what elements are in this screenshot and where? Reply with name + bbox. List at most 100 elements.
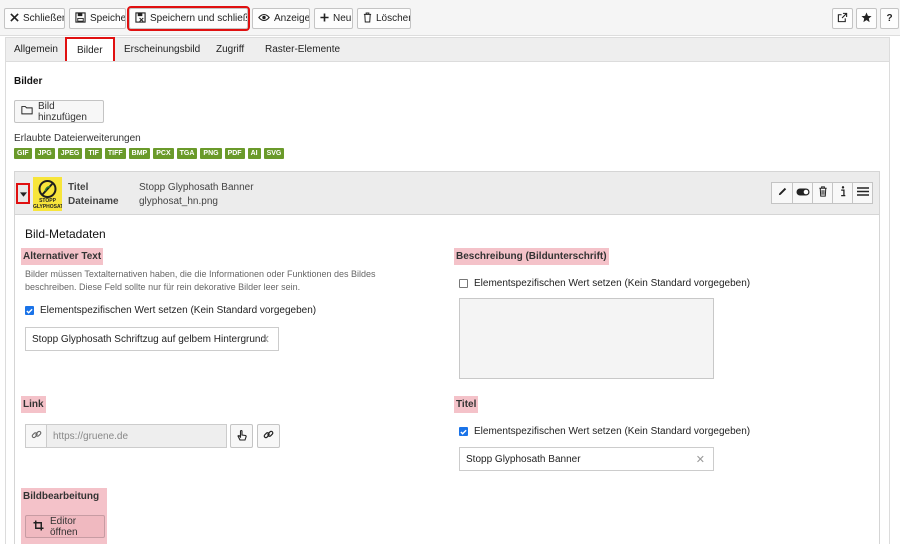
thumbnail-text: STOPP GLYPHOSAT bbox=[33, 198, 62, 210]
alt-text-help: Bilder müssen Textalternativen haben, di… bbox=[25, 268, 376, 294]
close-button[interactable]: Schließen bbox=[4, 8, 65, 29]
title-checkbox[interactable] bbox=[459, 427, 468, 436]
caret-down-icon bbox=[19, 188, 27, 200]
preview-label: Anzeigen bbox=[274, 13, 310, 24]
extension-badge: AI bbox=[247, 148, 261, 159]
open-editor-button[interactable]: Editor öffnen bbox=[25, 515, 105, 538]
title-value: Stopp Glyphosath Banner bbox=[466, 453, 581, 465]
extension-badge: JPEG bbox=[57, 148, 83, 159]
extension-badge: BMP bbox=[128, 148, 151, 159]
clear-title-icon[interactable]: ✕ bbox=[696, 453, 705, 466]
title-override: Elementspezifischen Wert setzen (Kein St… bbox=[459, 426, 750, 437]
file-title-value: Stopp Glyphosath Banner bbox=[139, 182, 254, 193]
link-addon bbox=[25, 424, 47, 448]
link-picker-button[interactable] bbox=[230, 424, 253, 448]
alt-text-input[interactable]: Stopp Glyphosath Schriftzug auf gelbem H… bbox=[25, 327, 279, 351]
tab-images[interactable]: Bilder bbox=[65, 37, 115, 64]
floppy-icon bbox=[75, 11, 86, 26]
info-icon bbox=[840, 186, 846, 200]
new-label: Neu bbox=[333, 13, 352, 24]
eye-icon bbox=[258, 13, 270, 25]
close-label: Schließen bbox=[23, 13, 65, 24]
help-button[interactable]: ? bbox=[880, 8, 899, 29]
new-button[interactable]: Neu bbox=[314, 8, 353, 29]
link-field-group: https://gruene.de bbox=[25, 424, 227, 448]
info-button[interactable] bbox=[832, 183, 852, 203]
description-label: Beschreibung (Bildunterschrift) bbox=[454, 248, 609, 265]
preview-button[interactable]: Anzeigen bbox=[252, 8, 310, 29]
link-icon bbox=[263, 429, 274, 443]
hand-pointer-icon bbox=[236, 429, 248, 444]
alt-text-checkbox[interactable] bbox=[25, 306, 34, 315]
tab-grid-elements[interactable]: Raster-Elemente bbox=[265, 38, 340, 62]
save-and-close-button[interactable]: Speichern und schließen bbox=[127, 6, 250, 31]
help-icon: ? bbox=[886, 13, 893, 24]
alt-text-checkbox-label: Elementspezifischen Wert setzen (Kein St… bbox=[40, 305, 317, 316]
visibility-toggle[interactable] bbox=[792, 183, 812, 203]
extension-badge: JPG bbox=[34, 148, 55, 159]
extension-badge: PNG bbox=[200, 148, 222, 159]
chain-icon bbox=[31, 429, 42, 443]
tab-general[interactable]: Allgemein bbox=[14, 38, 58, 62]
clear-alt-text-icon[interactable]: ✕ bbox=[261, 333, 270, 346]
tab-appearance[interactable]: Erscheinungsbild bbox=[124, 38, 200, 62]
delete-button[interactable]: Löschen bbox=[357, 8, 411, 29]
link-label: Link bbox=[21, 396, 46, 413]
alt-text-label: Alternativer Text bbox=[21, 248, 104, 265]
add-image-button[interactable]: Bild hinzufügen bbox=[14, 100, 104, 123]
drag-handle[interactable] bbox=[852, 183, 872, 203]
image-metadata-heading: Bild-Metadaten bbox=[25, 227, 106, 241]
description-checkbox[interactable] bbox=[459, 279, 468, 288]
alt-text-help-line-1: Bilder müssen Textalternativen haben, di… bbox=[25, 269, 376, 279]
save-button[interactable]: Speichern bbox=[69, 8, 126, 29]
alt-text-override: Elementspezifischen Wert setzen (Kein St… bbox=[25, 305, 316, 316]
image-editing-label: Bildbearbeitung bbox=[23, 491, 100, 502]
extension-badge: TIF bbox=[85, 148, 102, 159]
close-icon bbox=[10, 12, 19, 25]
favorite-button[interactable] bbox=[856, 8, 877, 29]
alt-text-value: Stopp Glyphosath Schriftzug auf gelbem H… bbox=[32, 333, 267, 345]
extension-badge: GIF bbox=[14, 148, 32, 159]
insert-link-button[interactable] bbox=[257, 424, 280, 448]
extension-badge: TGA bbox=[176, 148, 198, 159]
file-filename-value: glyphosat_hn.png bbox=[139, 196, 218, 207]
open-editor-label: Editor öffnen bbox=[50, 515, 78, 538]
extension-badge: PDF bbox=[224, 148, 245, 159]
allowed-extensions-label: Erlaubte Dateierweiterungen bbox=[14, 133, 141, 144]
plus-icon bbox=[320, 12, 329, 25]
edit-button[interactable] bbox=[772, 183, 792, 203]
description-override: Elementspezifischen Wert setzen (Kein St… bbox=[459, 278, 750, 289]
save-label: Speichern bbox=[90, 13, 126, 24]
external-link-icon bbox=[837, 12, 848, 26]
trash-icon bbox=[818, 186, 828, 200]
star-icon bbox=[861, 11, 872, 26]
title-checkbox-label: Elementspezifischen Wert setzen (Kein St… bbox=[474, 426, 751, 437]
image-item-header: STOPP GLYPHOSAT Titel Dateiname Stopp Gl… bbox=[15, 172, 879, 215]
open-external-button[interactable] bbox=[832, 8, 853, 29]
images-panel: Bilder Bild hinzufügen Erlaubte Dateierw… bbox=[5, 61, 890, 544]
title-label: Titel bbox=[454, 396, 479, 413]
delete-label: Löschen bbox=[376, 13, 411, 24]
crop-icon bbox=[33, 519, 44, 534]
extension-badge: PCX bbox=[153, 148, 174, 159]
images-heading: Bilder bbox=[14, 76, 43, 87]
description-textarea[interactable] bbox=[459, 298, 714, 379]
link-placeholder: https://gruene.de bbox=[53, 430, 129, 442]
add-image-label: Bild hinzufügen bbox=[38, 100, 87, 123]
tab-access[interactable]: Zugriff bbox=[216, 38, 244, 62]
file-title-label: Titel bbox=[68, 182, 89, 193]
menu-icon bbox=[856, 187, 869, 199]
alt-text-help-line-2: beschreiben. Diese Feld sollte nur für r… bbox=[25, 282, 301, 292]
remove-image-button[interactable] bbox=[812, 183, 832, 203]
tab-bar: Allgemein Bilder Erscheinungsbild Zugrif… bbox=[5, 37, 890, 64]
image-thumbnail: STOPP GLYPHOSAT bbox=[33, 177, 62, 211]
title-input[interactable]: Stopp Glyphosath Banner ✕ bbox=[459, 447, 714, 471]
collapse-toggle[interactable] bbox=[16, 183, 30, 204]
extension-badge: TIFF bbox=[104, 148, 126, 159]
floppy-close-icon bbox=[135, 11, 146, 26]
image-item: STOPP GLYPHOSAT Titel Dateiname Stopp Gl… bbox=[14, 171, 880, 544]
extension-badges: GIF JPG JPEG TIF TIFF BMP PCX TGA PNG PD… bbox=[14, 148, 285, 159]
link-input[interactable]: https://gruene.de bbox=[47, 424, 227, 448]
trash-icon bbox=[363, 12, 372, 26]
folder-icon bbox=[21, 105, 33, 118]
